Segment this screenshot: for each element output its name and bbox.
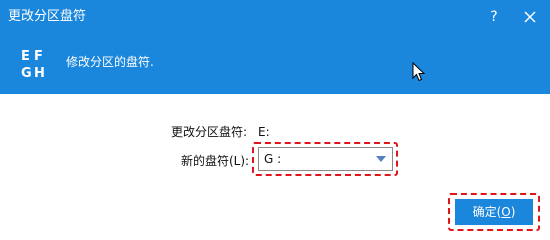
new-letter-label: 新的盘符(L): — [181, 154, 250, 168]
ok-button-mnemonic: O — [501, 205, 511, 219]
close-icon — [524, 11, 536, 23]
window-title: 更改分区盘符 — [8, 9, 87, 24]
change-drive-letter-dialog: 更改分区盘符 ? E F G H 修改分区的盘符. 更改分区盘符: E: 新的盘… — [0, 0, 550, 240]
new-letter-dropdown[interactable]: G : — [258, 147, 393, 171]
drive-letter-icon: E F G H — [21, 49, 45, 80]
icon-letter: H — [34, 66, 45, 80]
icon-letter: G — [21, 66, 32, 80]
dropdown-selected-value: G : — [264, 152, 282, 166]
current-letter-label: 更改分区盘符: — [171, 125, 248, 139]
icon-letter: F — [34, 49, 43, 64]
close-button[interactable] — [518, 6, 542, 28]
header-band: E F G H 修改分区的盘符. — [0, 34, 550, 94]
header-description: 修改分区的盘符. — [66, 55, 154, 69]
ok-button-close-paren: ) — [510, 205, 516, 219]
current-letter-value: E: — [258, 125, 270, 139]
ok-button[interactable]: 确定(O) — [455, 199, 533, 225]
icon-letter: E — [21, 49, 30, 64]
ok-button-label: 确定( — [472, 205, 502, 219]
mouse-pointer-icon — [412, 62, 426, 82]
help-button[interactable]: ? — [483, 6, 505, 28]
chevron-down-icon[interactable] — [376, 156, 386, 162]
title-bar[interactable]: 更改分区盘符 ? — [0, 0, 550, 34]
